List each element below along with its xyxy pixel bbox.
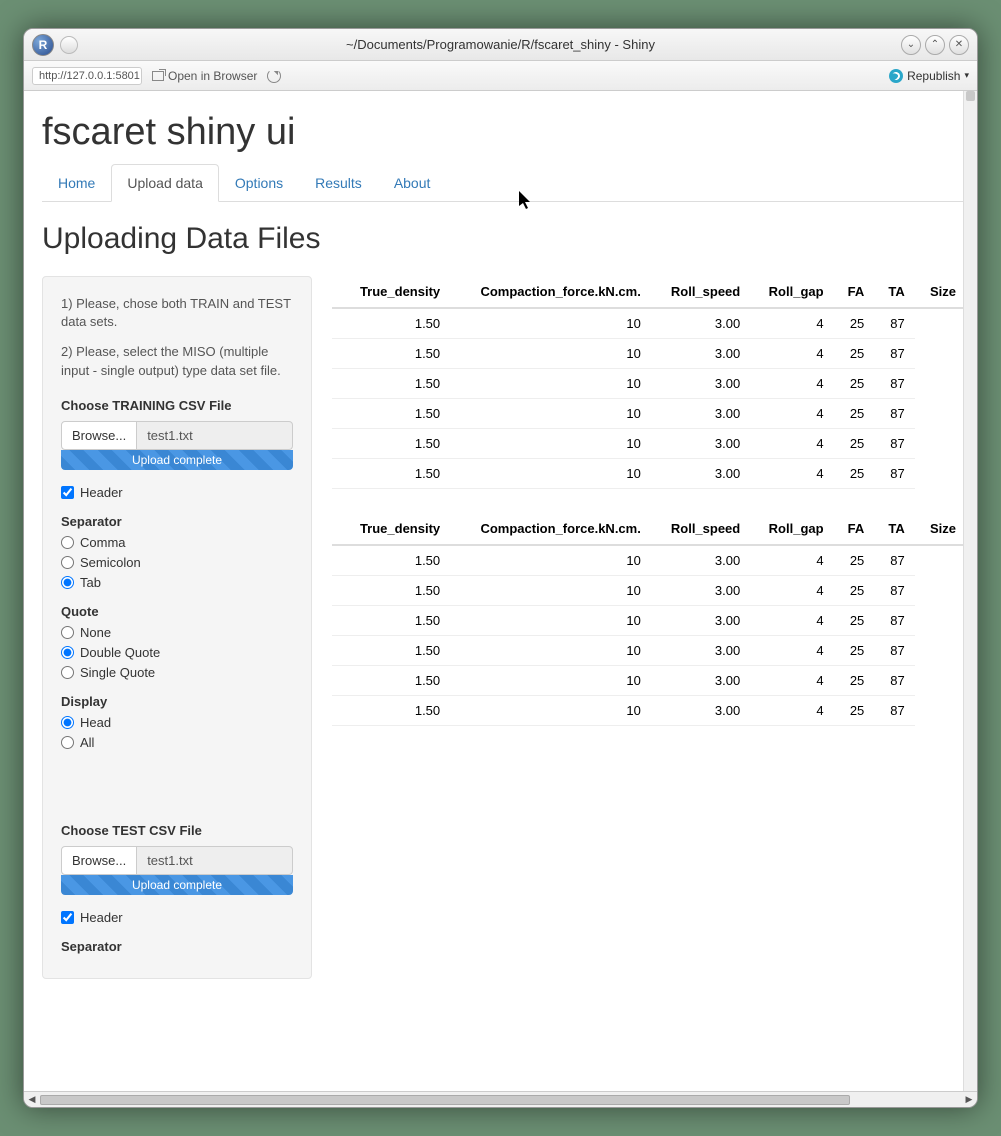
header-checkbox-train[interactable] bbox=[61, 486, 74, 499]
test-upload-progress: Upload complete bbox=[61, 875, 293, 895]
col-compaction_force.kn.cm.: Compaction_force.kN.cm. bbox=[450, 513, 651, 545]
open-in-browser-label: Open in Browser bbox=[168, 69, 257, 83]
scroll-right-icon[interactable]: ▶ bbox=[961, 1092, 977, 1108]
url-field[interactable]: http://127.0.0.1:5801 bbox=[32, 67, 142, 85]
table-row: 1.50103.0042587 bbox=[332, 576, 966, 606]
table-row: 1.50103.0042587 bbox=[332, 339, 966, 369]
chevron-down-icon: ▾ bbox=[964, 70, 969, 81]
nav-tabs: HomeUpload dataOptionsResultsAbout bbox=[42, 164, 966, 202]
table-row: 1.50103.0042587 bbox=[332, 696, 966, 726]
col-roll_speed: Roll_speed bbox=[651, 276, 750, 308]
quote-label-none: None bbox=[80, 625, 111, 640]
test-filename: test1.txt bbox=[137, 846, 293, 875]
separator-semicolon[interactable] bbox=[61, 556, 74, 569]
col-size: Size bbox=[915, 276, 966, 308]
table-row: 1.50103.0042587 bbox=[332, 429, 966, 459]
train-upload-progress: Upload complete bbox=[61, 450, 293, 470]
display-title: Display bbox=[61, 694, 293, 709]
train-filename: test1.txt bbox=[137, 421, 293, 450]
republish-button[interactable]: Republish ▾ bbox=[889, 69, 969, 83]
separator-label-tab: Tab bbox=[80, 575, 101, 590]
header-checkbox-test[interactable] bbox=[61, 911, 74, 924]
minimize-button[interactable]: ⌄ bbox=[901, 35, 921, 55]
train-file-label: Choose TRAINING CSV File bbox=[61, 398, 293, 413]
vertical-scrollbar[interactable] bbox=[963, 91, 977, 1091]
window-title: ~/Documents/Programowanie/R/fscaret_shin… bbox=[346, 37, 655, 52]
intro-text-1: 1) Please, chose both TRAIN and TEST dat… bbox=[61, 295, 293, 331]
display-label-all: All bbox=[80, 735, 94, 750]
maximize-button[interactable]: ⌃ bbox=[925, 35, 945, 55]
table-row: 1.50103.0042587 bbox=[332, 606, 966, 636]
republish-label: Republish bbox=[907, 69, 960, 83]
rstudio-icon: R bbox=[32, 34, 54, 56]
col-size: Size bbox=[915, 513, 966, 545]
tab-options[interactable]: Options bbox=[219, 164, 299, 201]
separator-title: Separator bbox=[61, 514, 293, 529]
quote-single-quote[interactable] bbox=[61, 666, 74, 679]
content-area: fscaret shiny ui HomeUpload dataOptionsR… bbox=[24, 91, 977, 1107]
test-file-label: Choose TEST CSV File bbox=[61, 823, 293, 838]
train-table: True_densityCompaction_force.kN.cm.Roll_… bbox=[332, 276, 966, 489]
quote-none[interactable] bbox=[61, 626, 74, 639]
header-label-train: Header bbox=[80, 485, 123, 500]
table-row: 1.50103.0042587 bbox=[332, 399, 966, 429]
tab-home[interactable]: Home bbox=[42, 164, 111, 201]
table-row: 1.50103.0042587 bbox=[332, 666, 966, 696]
tab-upload-data[interactable]: Upload data bbox=[111, 164, 219, 202]
quote-double-quote[interactable] bbox=[61, 646, 74, 659]
header-label-test: Header bbox=[80, 910, 123, 925]
separator2-title: Separator bbox=[61, 939, 293, 954]
republish-icon bbox=[889, 69, 903, 83]
table-row: 1.50103.0042587 bbox=[332, 308, 966, 339]
quote-label-single-quote: Single Quote bbox=[80, 665, 155, 680]
separator-comma[interactable] bbox=[61, 536, 74, 549]
app-title: fscaret shiny ui bbox=[42, 111, 966, 154]
display-all[interactable] bbox=[61, 736, 74, 749]
titlebar: R ~/Documents/Programowanie/R/fscaret_sh… bbox=[24, 29, 977, 61]
col-roll_gap: Roll_gap bbox=[750, 513, 833, 545]
sidebar-panel: 1) Please, chose both TRAIN and TEST dat… bbox=[42, 276, 312, 979]
scroll-left-icon[interactable]: ◀ bbox=[24, 1092, 40, 1108]
tab-about[interactable]: About bbox=[378, 164, 447, 201]
reload-icon bbox=[267, 69, 281, 83]
horizontal-scrollbar[interactable]: ◀ ▶ bbox=[24, 1091, 977, 1107]
separator-tab[interactable] bbox=[61, 576, 74, 589]
col-compaction_force.kn.cm.: Compaction_force.kN.cm. bbox=[450, 276, 651, 308]
quote-title: Quote bbox=[61, 604, 293, 619]
col-roll_speed: Roll_speed bbox=[651, 513, 750, 545]
table-row: 1.50103.0042587 bbox=[332, 369, 966, 399]
open-in-browser-button[interactable]: Open in Browser bbox=[152, 69, 257, 83]
data-preview: True_densityCompaction_force.kN.cm.Roll_… bbox=[332, 276, 966, 750]
col-ta: TA bbox=[874, 513, 914, 545]
browse-train-button[interactable]: Browse... bbox=[61, 421, 137, 450]
tab-results[interactable]: Results bbox=[299, 164, 378, 201]
test-table: True_densityCompaction_force.kN.cm.Roll_… bbox=[332, 513, 966, 726]
section-heading: Uploading Data Files bbox=[42, 222, 966, 256]
table-row: 1.50103.0042587 bbox=[332, 459, 966, 489]
display-head[interactable] bbox=[61, 716, 74, 729]
col-ta: TA bbox=[874, 276, 914, 308]
table-row: 1.50103.0042587 bbox=[332, 545, 966, 576]
table-row: 1.50103.0042587 bbox=[332, 636, 966, 666]
popout-icon bbox=[152, 71, 164, 81]
quote-label-double-quote: Double Quote bbox=[80, 645, 160, 660]
separator-label-comma: Comma bbox=[80, 535, 126, 550]
app-window: R ~/Documents/Programowanie/R/fscaret_sh… bbox=[23, 28, 978, 1108]
toolbar: http://127.0.0.1:5801 Open in Browser Re… bbox=[24, 61, 977, 91]
titlebar-secondary-icon bbox=[60, 36, 78, 54]
browse-test-button[interactable]: Browse... bbox=[61, 846, 137, 875]
separator-label-semicolon: Semicolon bbox=[80, 555, 141, 570]
col-fa: FA bbox=[834, 513, 875, 545]
intro-text-2: 2) Please, select the MISO (multiple inp… bbox=[61, 343, 293, 379]
close-button[interactable]: ✕ bbox=[949, 35, 969, 55]
display-label-head: Head bbox=[80, 715, 111, 730]
reload-button[interactable] bbox=[267, 69, 281, 83]
col-roll_gap: Roll_gap bbox=[750, 276, 833, 308]
col-true_density: True_density bbox=[332, 276, 450, 308]
col-true_density: True_density bbox=[332, 513, 450, 545]
col-fa: FA bbox=[834, 276, 875, 308]
